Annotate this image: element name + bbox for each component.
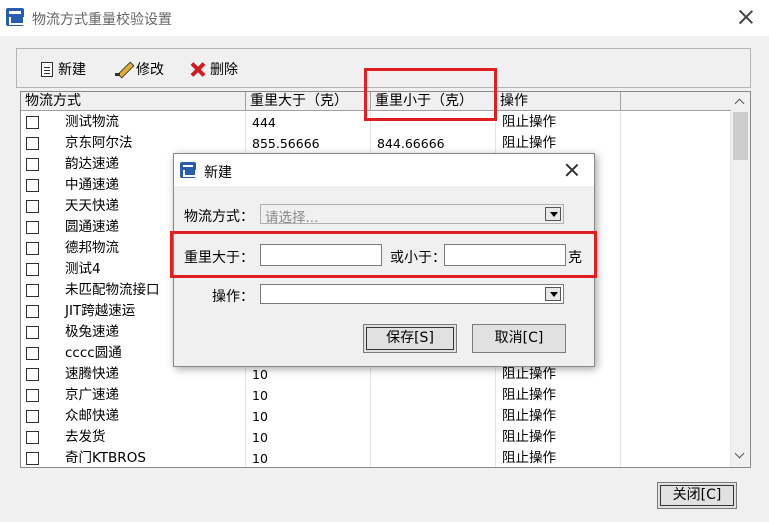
highlight-box-weight-lt-header — [364, 68, 497, 121]
dialog-app-icon — [180, 162, 197, 178]
cell-weight-lt — [371, 364, 496, 385]
cell-weight-gt: 10 — [246, 385, 371, 406]
window-title: 物流方式重量校验设置 — [32, 12, 172, 28]
column-header-logistics[interactable]: 物流方式 — [21, 92, 246, 111]
document-icon — [41, 61, 53, 77]
cell-operation: 阻止操作 — [496, 112, 621, 133]
cell-operation: 阻止操作 — [496, 133, 621, 154]
cell-blank — [621, 406, 731, 427]
cell-weight-lt — [371, 427, 496, 448]
table-row[interactable]: 京东阿尔法 855.56666 844.66666 阻止操作 — [21, 133, 731, 154]
column-header-weight-gt[interactable]: 重里大于（克） — [246, 92, 371, 111]
chevron-down-icon[interactable] — [545, 207, 561, 221]
edit-button[interactable]: 修改 — [115, 58, 164, 80]
cell-blank — [621, 448, 731, 467]
cell-weight-lt — [371, 448, 496, 467]
close-button[interactable]: 关闭[C] — [657, 482, 737, 509]
cancel-button[interactable]: 取消[C] — [472, 324, 566, 353]
cell-operation: 阻止操作 — [496, 364, 621, 385]
cell-weight-gt: 10 — [246, 448, 371, 467]
logistics-label: 物流方式： — [184, 209, 254, 225]
cell-weight-gt: 10 — [246, 406, 371, 427]
delete-x-icon — [189, 61, 205, 77]
cell-operation: 阻止操作 — [496, 385, 621, 406]
cell-blank — [621, 154, 731, 175]
cell-operation: 阻止操作 — [496, 427, 621, 448]
main-titlebar: 物流方式重量校验设置 — [0, 0, 769, 36]
logistics-select[interactable]: 请选择... — [260, 204, 564, 226]
operation-select[interactable] — [260, 284, 564, 304]
cell-blank — [621, 175, 731, 196]
cell-logistics: 去发货 — [21, 427, 246, 448]
new-button[interactable]: 新建 — [41, 58, 86, 80]
cell-operation: 阻止操作 — [496, 406, 621, 427]
cell-logistics: 测试物流 — [21, 112, 246, 133]
new-button-label: 新建 — [58, 62, 86, 78]
operation-label: 操作： — [212, 289, 254, 305]
dialog-title: 新建 — [204, 165, 232, 181]
table-row[interactable]: 速腾快递 10 阻止操作 — [21, 364, 731, 385]
vertical-scrollbar[interactable] — [731, 92, 750, 467]
cell-logistics: 奇门KTBROS — [21, 448, 246, 467]
cell-blank — [621, 280, 731, 301]
scroll-up-icon[interactable] — [731, 94, 750, 111]
cell-blank — [621, 385, 731, 406]
cell-logistics: 京东阿尔法 — [21, 133, 246, 154]
app-icon — [6, 8, 25, 26]
cell-blank — [621, 364, 731, 385]
cell-weight-gt: 855.56666 — [246, 133, 371, 154]
table-row[interactable]: 奇门KTBROS 10 阻止操作 — [21, 448, 731, 467]
delete-button-label: 删除 — [210, 62, 238, 78]
cell-weight-gt: 444 — [246, 112, 371, 133]
table-row[interactable]: 京广速递 10 阻止操作 — [21, 385, 731, 406]
edit-button-label: 修改 — [136, 62, 164, 78]
chevron-down-icon[interactable] — [545, 287, 561, 301]
table-row[interactable]: 去发货 10 阻止操作 — [21, 427, 731, 448]
cell-blank — [621, 301, 731, 322]
logistics-select-placeholder: 请选择... — [265, 210, 319, 226]
cell-weight-lt: 844.66666 — [371, 133, 496, 154]
cell-weight-gt: 10 — [246, 364, 371, 385]
cell-logistics: 速腾快递 — [21, 364, 246, 385]
cell-weight-gt: 10 — [246, 427, 371, 448]
cell-blank — [621, 322, 731, 343]
cell-weight-lt — [371, 406, 496, 427]
cell-blank — [621, 427, 731, 448]
column-header-blank — [621, 92, 731, 111]
pencil-icon — [115, 61, 131, 77]
cell-logistics: 众邮快递 — [21, 406, 246, 427]
save-button[interactable]: 保存[S] — [363, 324, 457, 353]
highlight-box-weight-fields — [170, 231, 597, 278]
cell-blank — [621, 343, 731, 364]
column-header-operation[interactable]: 操作 — [496, 92, 621, 111]
cell-blank — [621, 259, 731, 280]
cell-blank — [621, 217, 731, 238]
delete-button[interactable]: 删除 — [189, 58, 238, 80]
window-close-icon[interactable] — [737, 8, 755, 26]
scroll-down-icon[interactable] — [731, 448, 750, 465]
table-row[interactable]: 众邮快递 10 阻止操作 — [21, 406, 731, 427]
cell-blank — [621, 196, 731, 217]
cell-logistics: 京广速递 — [21, 385, 246, 406]
dialog-titlebar: 新建 — [174, 154, 594, 186]
scroll-thumb[interactable] — [733, 112, 748, 160]
dialog-close-icon[interactable] — [564, 162, 580, 178]
cell-blank — [621, 238, 731, 259]
cell-blank — [621, 112, 731, 133]
cell-blank — [621, 133, 731, 154]
cell-operation: 阻止操作 — [496, 448, 621, 467]
cell-weight-lt — [371, 385, 496, 406]
